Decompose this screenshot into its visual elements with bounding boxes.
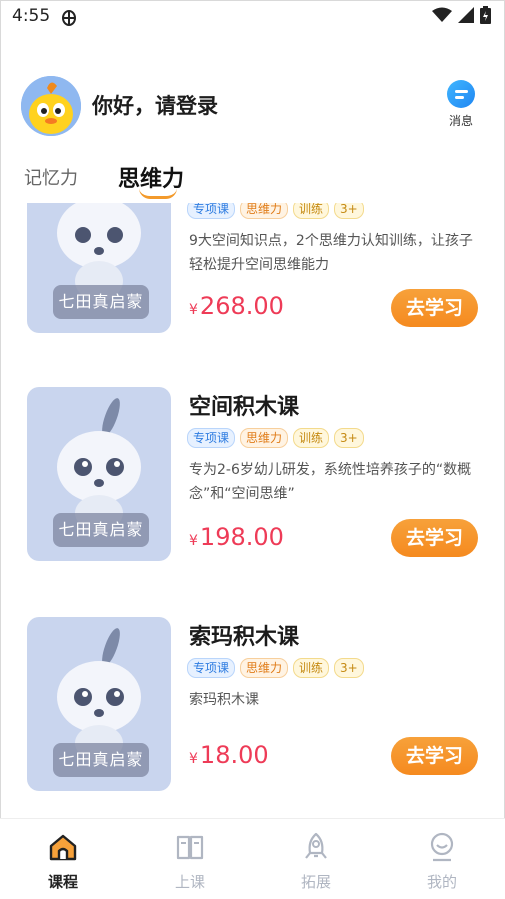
course-card[interactable]: 七田真启蒙 空间积木课 专项课 思维力 训练 3+ 专为2-6岁幼儿研发，系统性…: [0, 387, 505, 567]
tag-age: 3+: [334, 203, 364, 219]
tag-age: 3+: [334, 428, 364, 448]
tag-special: 专项课: [187, 428, 236, 448]
course-description: 专为2-6岁幼儿研发，系统性培养孩子的“数概念”和“空间思维”: [189, 462, 472, 502]
course-price: ¥268.00: [189, 292, 284, 320]
study-button[interactable]: 去学习: [391, 519, 478, 557]
price-value: 268.00: [199, 292, 284, 320]
course-price: ¥198.00: [189, 523, 284, 551]
status-time: 4:55: [12, 6, 51, 26]
thumbnail-badge: 七田真启蒙: [53, 743, 149, 777]
course-price: ¥18.00: [189, 741, 269, 769]
tab-active-indicator: [139, 188, 177, 199]
message-bubble-icon: [447, 80, 475, 108]
currency-symbol: ¥: [189, 533, 198, 549]
tag-thinking: 思维力: [240, 428, 289, 448]
nav-label: 我的: [426, 873, 457, 891]
course-list[interactable]: 七田真启蒙 专项课 思维力 训练 3+ 9大空间知识点，2个思维力认知训练，让孩…: [0, 203, 505, 817]
tag-special: 专项课: [187, 658, 236, 678]
tab-memory[interactable]: 记忆力: [24, 164, 78, 190]
thumbnail-badge: 七田真启蒙: [53, 285, 149, 319]
nav-expand[interactable]: 拓展: [276, 831, 356, 892]
course-card[interactable]: 七田真启蒙 专项课 思维力 训练 3+ 9大空间知识点，2个思维力认知训练，让孩…: [0, 203, 505, 339]
tag-age: 3+: [334, 658, 364, 678]
course-title[interactable]: 索玛积木课: [189, 619, 299, 651]
course-thumbnail: 七田真启蒙: [27, 387, 171, 561]
wifi-icon: [432, 7, 452, 22]
nav-mine[interactable]: 我的: [402, 831, 482, 892]
bug-icon: [62, 10, 76, 26]
battery-icon: [480, 6, 491, 24]
messages-button[interactable]: 消息: [440, 80, 482, 129]
messages-label: 消息: [448, 114, 473, 128]
bottom-nav: 课程 上课 拓展 我的: [0, 818, 505, 899]
course-thumbnail: 七田真启蒙: [27, 617, 171, 791]
price-value: 198.00: [199, 523, 284, 551]
currency-symbol: ¥: [189, 302, 198, 318]
tag-special: 专项课: [187, 203, 236, 219]
tag-thinking: 思维力: [240, 203, 289, 219]
course-thumbnail: 七田真启蒙: [27, 203, 171, 333]
nav-class[interactable]: 上课: [150, 831, 230, 892]
rocket-icon: [305, 832, 327, 859]
book-icon: [176, 835, 204, 860]
avatar[interactable]: [21, 76, 81, 136]
currency-symbol: ¥: [189, 751, 198, 767]
tag-row: 专项课 思维力 训练 3+: [187, 428, 364, 448]
signal-icon: [458, 7, 474, 23]
price-value: 18.00: [199, 741, 269, 769]
nav-label: 拓展: [300, 873, 331, 891]
study-button[interactable]: 去学习: [391, 737, 478, 775]
study-button[interactable]: 去学习: [391, 289, 478, 327]
tag-row: 专项课 思维力 训练 3+: [187, 203, 364, 219]
tag-thinking: 思维力: [240, 658, 289, 678]
course-card[interactable]: 七田真启蒙 索玛积木课 专项课 思维力 训练 3+ 索玛积木课 ¥18.00 去…: [0, 617, 505, 797]
home-icon: [49, 834, 77, 861]
nav-courses[interactable]: 课程: [23, 831, 103, 892]
user-icon: [430, 832, 454, 862]
course-description: 9大空间知识点，2个思维力认知训练，让孩子轻松提升空间思维能力: [189, 233, 473, 273]
login-prompt[interactable]: 你好，请登录: [92, 90, 218, 120]
tag-training: 训练: [293, 428, 330, 448]
nav-label: 上课: [174, 873, 205, 891]
status-bar: 4:55: [0, 0, 505, 34]
tag-training: 训练: [293, 658, 330, 678]
tag-row: 专项课 思维力 训练 3+: [187, 658, 364, 678]
course-title[interactable]: 空间积木课: [189, 389, 299, 421]
course-description: 索玛积木课: [189, 692, 259, 708]
duck-avatar-icon: [21, 76, 81, 136]
tag-training: 训练: [293, 203, 330, 219]
thumbnail-badge: 七田真启蒙: [53, 513, 149, 547]
nav-label: 课程: [47, 873, 78, 891]
